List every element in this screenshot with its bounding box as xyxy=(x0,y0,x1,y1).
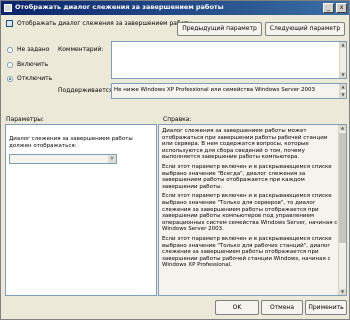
supported-scrollbar[interactable]: ▲ ▼ xyxy=(339,84,346,98)
display-mode-select[interactable]: ▼ xyxy=(9,154,117,164)
radio-not-configured[interactable] xyxy=(7,47,13,53)
supported-field: Не ниже Windows XP Professional или семе… xyxy=(111,83,347,99)
minimize-button[interactable]: _ xyxy=(323,3,334,13)
scroll-thumb[interactable] xyxy=(339,133,346,243)
setting-name: Отображать диалог слежения за завершение… xyxy=(17,20,193,27)
title-bar: Отображать диалог слежения за завершение… xyxy=(1,1,349,15)
close-button[interactable]: x xyxy=(336,3,347,13)
radio-enabled-label: Включить xyxy=(17,61,49,68)
radio-not-configured-label: Не задано xyxy=(17,46,50,53)
help-section-label: Справка: xyxy=(163,116,192,123)
radio-enabled[interactable] xyxy=(7,62,13,68)
help-paragraph: Если этот параметр включен и в раскрываю… xyxy=(162,163,332,190)
help-text: Диалог слежения за завершением работы мо… xyxy=(162,128,338,272)
help-scrollbar[interactable]: ▲ ▼ xyxy=(338,125,346,295)
policy-dialog: Отображать диалог слежения за завершение… xyxy=(0,0,350,320)
cancel-button[interactable]: Отмена xyxy=(261,300,303,315)
comment-scrollbar[interactable]: ▲ ▼ xyxy=(339,42,346,78)
scroll-up-icon[interactable]: ▲ xyxy=(339,125,346,131)
previous-setting-button[interactable]: Предыдущий параметр xyxy=(177,22,262,36)
supported-value: Не ниже Windows XP Professional или семе… xyxy=(114,87,316,93)
radio-disabled[interactable] xyxy=(7,76,13,82)
next-setting-button[interactable]: Следующий параметр xyxy=(265,22,345,36)
scroll-down-icon[interactable]: ▼ xyxy=(340,72,346,78)
help-panel: Диалог слежения за завершением работы мо… xyxy=(158,124,347,296)
scroll-up-icon[interactable]: ▲ xyxy=(340,42,346,48)
window-app-icon xyxy=(4,4,12,12)
comment-label: Комментарий: xyxy=(58,46,104,53)
chevron-down-icon[interactable]: ▼ xyxy=(108,155,116,163)
help-paragraph: Диалог слежения за завершением работы мо… xyxy=(162,128,328,161)
radio-disabled-label: Отключить xyxy=(17,75,53,82)
ok-button[interactable]: OK xyxy=(215,300,259,315)
scroll-down-icon[interactable]: ▼ xyxy=(339,289,346,295)
comment-field[interactable]: ▲ ▼ xyxy=(111,41,347,79)
options-panel: Диалог слежения за завершением работы до… xyxy=(5,124,157,296)
scroll-down-icon[interactable]: ▼ xyxy=(340,92,346,98)
policy-setting-icon xyxy=(6,20,13,27)
help-paragraph: Если этот параметр включен и в раскрываю… xyxy=(162,235,332,269)
scroll-up-icon[interactable]: ▲ xyxy=(340,84,346,90)
options-prompt: Диалог слежения за завершением работы до… xyxy=(9,136,133,149)
supported-label: Поддерживается: xyxy=(58,87,115,94)
options-section-label: Параметры: xyxy=(6,116,44,123)
apply-button[interactable]: Применить xyxy=(305,300,347,315)
window-title: Отображать диалог слежения за завершение… xyxy=(15,3,224,11)
help-paragraph: Если этот параметр включен и в раскрываю… xyxy=(162,193,338,233)
